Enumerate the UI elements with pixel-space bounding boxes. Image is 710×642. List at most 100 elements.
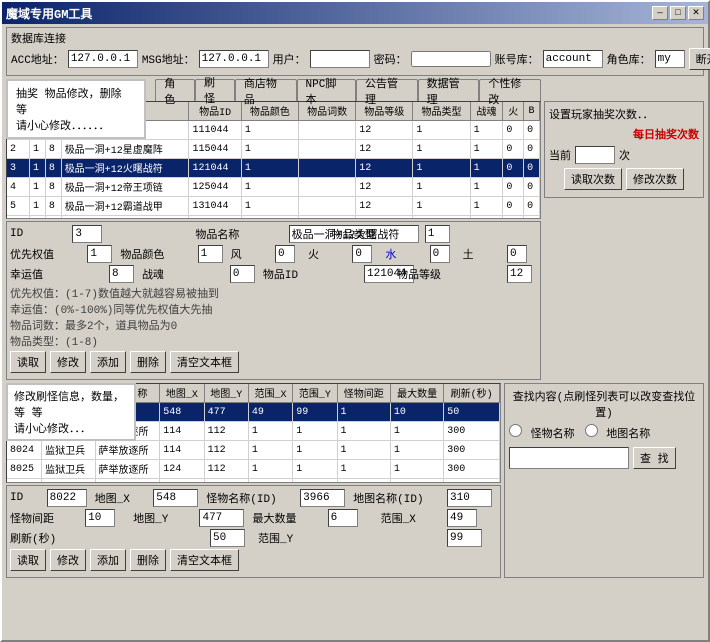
form-level-input[interactable] [507, 265, 532, 283]
table-row[interactable]: 318极品一洞+12火曙战符1210441121100 [7, 159, 540, 178]
item-read-button[interactable]: 读取 [10, 351, 46, 373]
form-color-label: 物品颜色 [120, 246, 194, 262]
item-add-button[interactable]: 添加 [90, 351, 126, 373]
minimize-button[interactable]: — [652, 6, 668, 20]
mform-mapx-input[interactable] [153, 489, 198, 507]
form-water-input[interactable] [430, 245, 450, 263]
hint-text: 优先权值：(1-7)数值越大就越容易被抽到 幸运值：(0%-100%)同等优先权… [10, 285, 537, 349]
title-bar: 魔域专用GM工具 — □ ✕ [2, 2, 708, 24]
mcol-refresh: 刷新(秒) [444, 384, 500, 403]
mform-mapy-input[interactable] [199, 509, 244, 527]
mform-max-input[interactable] [328, 509, 358, 527]
item-form: ID 物品名称 物品类型 优先权值 物品颜色 风 火 [6, 221, 541, 380]
form-soul-label: 战魂 [142, 266, 227, 282]
radio-map[interactable] [585, 424, 598, 437]
item-warning-text: 抽奖 物品修改，删除 等请小心修改．．．．．． [16, 85, 136, 133]
item-modify-button[interactable]: 修改 [50, 351, 86, 373]
maximize-button[interactable]: □ [670, 6, 686, 20]
monster-read-button[interactable]: 读取 [10, 549, 46, 571]
monster-warning-text: 修改刷怪信息，数量，等 等请小心修改．．． [14, 388, 128, 436]
form-soul-input[interactable] [230, 265, 255, 283]
table-row[interactable]: 218极品一洞+12星虚魔阵1150441121100 [7, 140, 540, 159]
user-input[interactable] [310, 50, 370, 68]
pwd-label: 密码： [374, 51, 407, 67]
lottery-suffix: 次 [619, 147, 630, 163]
tab-refresh[interactable]: 刷怪 [195, 79, 235, 101]
mcol-dist: 怪物间距 [337, 384, 390, 403]
mform-mname-input[interactable] [300, 489, 345, 507]
close-button[interactable]: ✕ [688, 6, 704, 20]
col-words: 物品词数 [299, 102, 356, 121]
mcol-y: 地图_Y [204, 384, 248, 403]
radio-map-label[interactable]: 地图名称 [585, 424, 651, 441]
search-input[interactable] [509, 447, 629, 469]
table-row[interactable]: 8025监狱卫兵萨举放逐所1241121111300 [7, 460, 500, 479]
table-row[interactable]: 618极品一洞+12蕾技装1350441121100 [7, 216, 540, 220]
lottery-current-input[interactable] [575, 146, 615, 164]
mform-refresh-input[interactable] [210, 529, 245, 547]
monster-buttons: 读取 修改 添加 删除 清空文本框 [10, 549, 497, 571]
pwd-input[interactable] [411, 51, 491, 67]
form-item-id-label: 物品ID [263, 266, 361, 282]
lottery-section: 设置玩家抽奖次数．． 每日抽奖次数 当前 次 读取次数 修改次数 [544, 79, 704, 380]
mform-dist-input[interactable] [85, 509, 115, 527]
form-name-label: 物品名称 [195, 226, 285, 242]
table-row[interactable]: 518极品一洞+12霸道战甲1310441121100 [7, 197, 540, 216]
form-type-input[interactable] [425, 225, 450, 243]
mcol-ry: 范围_Y [293, 384, 337, 403]
monster-add-button[interactable]: 添加 [90, 549, 126, 571]
mform-id-input[interactable] [47, 489, 87, 507]
monster-delete-button[interactable]: 删除 [130, 549, 166, 571]
table-row[interactable]: 8026监狱卫兵萨举放逐所1241121111300 [7, 479, 500, 484]
form-earth-input[interactable] [507, 245, 527, 263]
monster-clear-button[interactable]: 清空文本框 [170, 549, 239, 571]
tab-notice[interactable]: 公告管理 [356, 79, 418, 101]
role-label: 角色库： [607, 51, 651, 67]
search-button[interactable]: 查 找 [633, 447, 676, 469]
tab-shop[interactable]: 商店物品 [235, 79, 297, 101]
form-wind-label: 风 [231, 246, 272, 262]
monster-form: ID 地图_X 怪物名称(ID) 地图名称(ID) 怪物间距 地图_Y [6, 485, 501, 578]
form-id-input[interactable] [72, 225, 102, 243]
mform-mapname-input[interactable] [447, 489, 492, 507]
db-section-label: 数据库连接 [11, 30, 699, 46]
mform-id-label: ID [10, 492, 44, 504]
msg-input[interactable] [199, 50, 269, 68]
form-fire-input[interactable] [352, 245, 372, 263]
radio-monster-label[interactable]: 怪物名称 [509, 424, 575, 441]
table-row[interactable]: 418极品一洞+12帝王项链1250441121100 [7, 178, 540, 197]
tab-npc[interactable]: NPC脚本 [297, 79, 356, 101]
window-title: 魔域专用GM工具 [6, 5, 92, 22]
monster-warning-box: 修改刷怪信息，数量，等 等请小心修改．．． [6, 383, 136, 441]
main-window: 魔域专用GM工具 — □ ✕ 数据库连接 ACC地址： MSG地址： 用户： 密… [0, 0, 710, 642]
search-box: 查找内容(点刷怪列表可以改变查找位置) 怪物名称 地图名称 查 [504, 383, 704, 578]
tab-role[interactable]: 角色 [155, 79, 195, 101]
table-row[interactable]: 8024监狱卫兵萨举放逐所1141121111300 [7, 441, 500, 460]
monster-modify-button[interactable]: 修改 [50, 549, 86, 571]
lottery-read-button[interactable]: 读取次数 [564, 168, 622, 190]
tab-custom[interactable]: 个性修改 [479, 79, 541, 101]
db-input[interactable] [543, 50, 603, 68]
form-priority-label: 优先权值 [10, 246, 84, 262]
mform-ry-input[interactable] [447, 529, 482, 547]
mcol-x: 地图_X [160, 384, 204, 403]
form-priority-input[interactable] [87, 245, 112, 263]
form-level-label: 物品等级 [397, 266, 504, 282]
col-color: 物品颜色 [241, 102, 298, 121]
item-clear-button[interactable]: 清空文本框 [170, 351, 239, 373]
disconnect-button[interactable]: 断开 [689, 48, 710, 70]
msg-label: MSG地址： [142, 51, 195, 67]
lottery-set-label: 设置玩家抽奖次数．． [549, 106, 699, 122]
lottery-modify-button[interactable]: 修改次数 [626, 168, 684, 190]
mform-rx-input[interactable] [447, 509, 477, 527]
form-id-label: ID [10, 228, 69, 240]
item-delete-button[interactable]: 删除 [130, 351, 166, 373]
form-wind-input[interactable] [275, 245, 295, 263]
form-color-input[interactable] [198, 245, 223, 263]
tab-data[interactable]: 数据管理 [418, 79, 480, 101]
role-input[interactable] [655, 50, 685, 68]
form-luck-input[interactable] [109, 265, 134, 283]
acc-input[interactable] [68, 50, 138, 68]
mform-mapname-label: 地图名称(ID) [353, 490, 444, 506]
radio-monster[interactable] [509, 424, 522, 437]
